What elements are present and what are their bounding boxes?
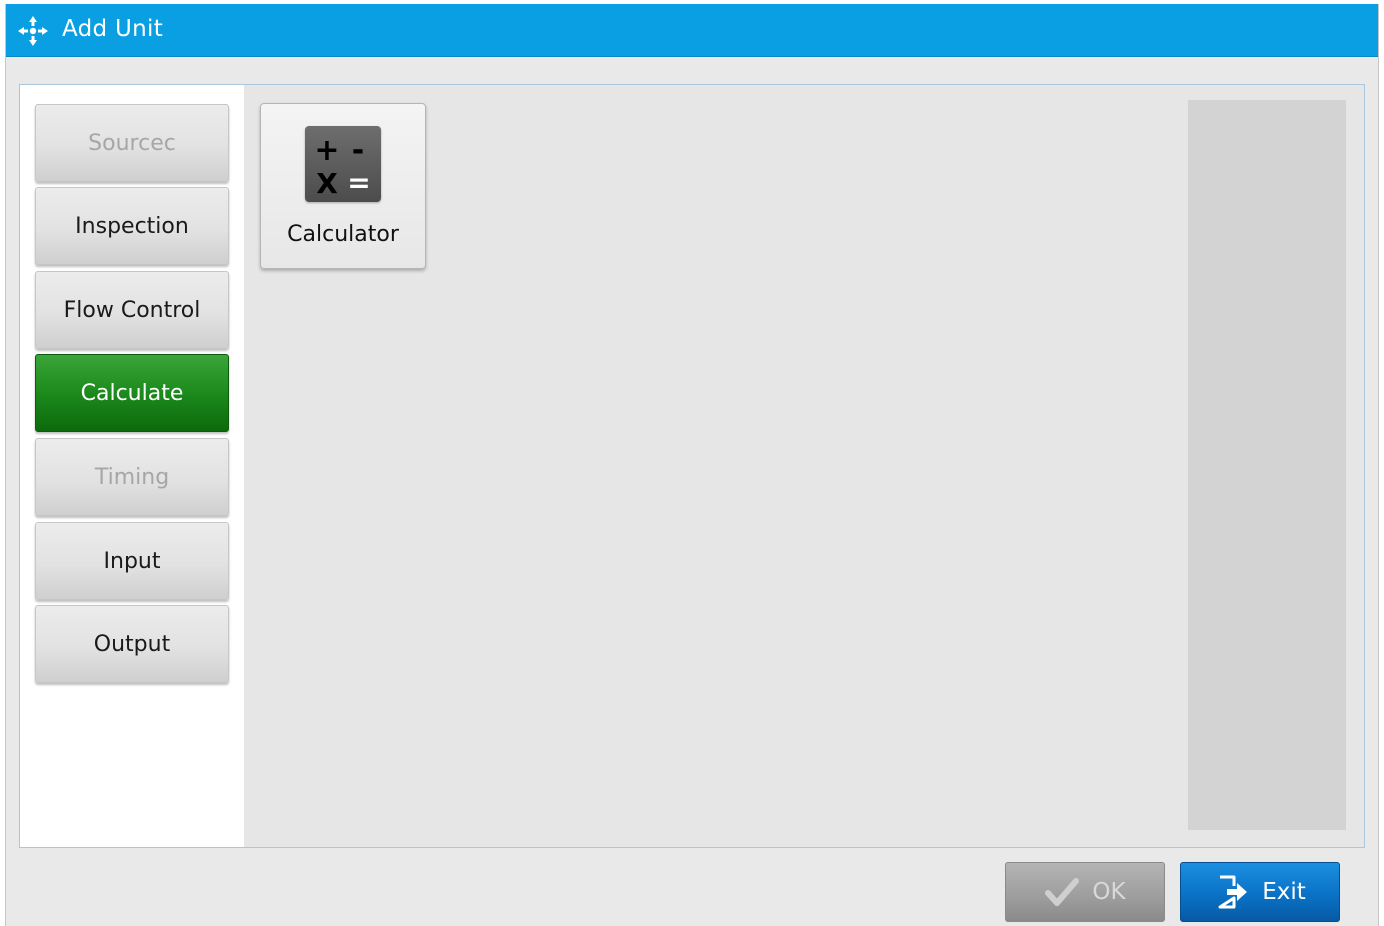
category-button-timing[interactable]: Timing (35, 438, 229, 516)
add-unit-dialog: Add Unit Sourcec Inspection Flow Control… (5, 4, 1379, 926)
category-button-inspection[interactable]: Inspection (35, 187, 229, 265)
title-bar: Add Unit (6, 4, 1378, 57)
exit-button[interactable]: Exit (1180, 862, 1340, 922)
category-button-sourcec[interactable]: Sourcec (35, 104, 229, 182)
exit-label: Exit (1262, 879, 1306, 905)
checkmark-icon (1045, 878, 1080, 906)
ok-label: OK (1092, 879, 1126, 905)
calc-equals-glyph: = (347, 166, 370, 199)
calc-minus-glyph: - (352, 133, 364, 168)
calculator-tile[interactable]: + - X = Calculator (260, 103, 426, 269)
calculator-label: Calculator (287, 222, 399, 247)
category-button-flow-control[interactable]: Flow Control (35, 271, 229, 349)
exit-door-icon (1218, 875, 1248, 909)
four-way-arrows-icon (18, 16, 48, 46)
content-frame: Sourcec Inspection Flow Control Calculat… (19, 84, 1365, 848)
dialog-title: Add Unit (62, 16, 164, 42)
tile-scroll-panel[interactable] (1188, 100, 1346, 830)
ok-button[interactable]: OK (1005, 862, 1165, 922)
calc-times-glyph: X (316, 167, 338, 200)
category-button-output[interactable]: Output (35, 605, 229, 683)
unit-tiles-area: + - X = Calculator (244, 85, 1364, 847)
category-button-calculate[interactable]: Calculate (35, 354, 229, 432)
category-button-input[interactable]: Input (35, 522, 229, 600)
category-sidebar: Sourcec Inspection Flow Control Calculat… (20, 85, 244, 847)
calculator-icon: + - X = (305, 126, 381, 202)
calc-plus-glyph: + (314, 133, 339, 168)
